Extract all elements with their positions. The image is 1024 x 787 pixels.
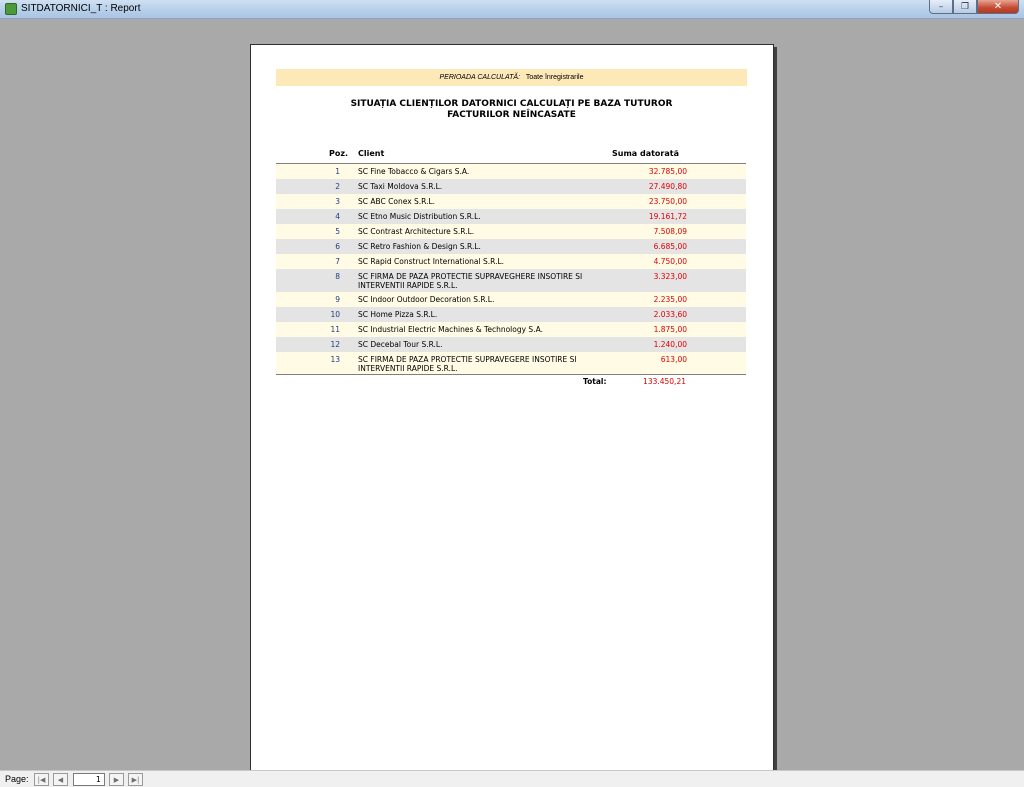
- row-amount: 6.685,00: [653, 242, 687, 251]
- row-client: SC Retro Fashion & Design S.R.L.: [358, 242, 481, 251]
- period-label: PERIOADA CALCULATĂ:: [439, 74, 521, 81]
- row-client: SC Contrast Architecture S.R.L.: [358, 227, 475, 236]
- column-header-amount: Suma datorată: [612, 149, 679, 158]
- row-client: SC ABC Conex S.R.L.: [358, 197, 436, 206]
- table-row: 10 SC Home Pizza S.R.L. 2.033,60: [276, 307, 746, 322]
- period-value: Toate înregistrarile: [525, 74, 584, 81]
- row-client: SC Indoor Outdoor Decoration S.R.L.: [358, 295, 495, 304]
- row-amount: 19.161,72: [648, 212, 687, 221]
- row-amount: 613,00: [660, 355, 687, 364]
- row-poz: 10: [330, 310, 340, 319]
- row-amount: 7.508,09: [653, 227, 687, 236]
- table-row: 13 SC FIRMA DE PAZA PROTECTIE SUPRAVEGERE…: [276, 352, 746, 375]
- row-poz: 4: [335, 212, 340, 221]
- access-app-icon[interactable]: [5, 3, 17, 15]
- table-row: 4 SC Etno Music Distribution S.R.L. 19.161…: [276, 209, 746, 224]
- table-row: 6 SC Retro Fashion & Design S.R.L. 6.685,0…: [276, 239, 746, 254]
- table-row: 8 SC FIRMA DE PAZA PROTECTIE SUPRAVEGHERE…: [276, 269, 746, 292]
- row-amount: 2.235,00: [653, 295, 687, 304]
- table-row: 1 SC Fine Tobacco & Cigars S.A. 32.785,00: [276, 164, 746, 179]
- table-row: 5 SC Contrast Architecture S.R.L. 7.508,09: [276, 224, 746, 239]
- report-preview-area[interactable]: PERIOADA CALCULATĂ: Toate înregistrarile…: [0, 19, 1024, 787]
- row-client: SC Decebal Tour S.R.L.: [358, 340, 443, 349]
- table-row: 2 SC Taxi Moldova S.R.L. 27.490,80: [276, 179, 746, 194]
- page-number-input[interactable]: 1: [73, 773, 105, 786]
- row-poz: 8: [335, 272, 340, 281]
- row-client: SC FIRMA DE PAZA PROTECTIE SUPRAVEGERE I…: [358, 355, 577, 373]
- row-client: SC Etno Music Distribution S.R.L.: [358, 212, 481, 221]
- report-title: SITUAȚIA CLIENȚILOR DATORNICI CALCULAȚI …: [276, 99, 747, 121]
- row-amount: 1.240,00: [653, 340, 687, 349]
- table-row: 9 SC Indoor Outdoor Decoration S.R.L. 2.23…: [276, 292, 746, 307]
- row-amount: 32.785,00: [648, 167, 687, 176]
- row-poz: 3: [335, 197, 340, 206]
- window-title-bar[interactable]: SITDATORNICI_T : Report – ❐ ✕: [0, 0, 1024, 19]
- first-page-button[interactable]: |◀: [34, 773, 49, 786]
- table-row: 7 SC Rapid Construct International S.R.L.…: [276, 254, 746, 269]
- row-client: SC FIRMA DE PAZA PROTECTIE SUPRAVEGHERE …: [358, 272, 583, 290]
- row-client: SC Fine Tobacco & Cigars S.A.: [358, 167, 470, 176]
- report-page: PERIOADA CALCULATĂ: Toate înregistrarile…: [250, 44, 774, 786]
- minimize-button[interactable]: –: [929, 0, 953, 14]
- client-rows: 1 SC Fine Tobacco & Cigars S.A. 32.785,00 2…: [276, 164, 746, 375]
- record-navigation-bar: Page: |◀ ◀ 1 ▶ ▶|: [0, 770, 1024, 787]
- row-poz: 1: [335, 167, 340, 176]
- report-title-line2: FACTURILOR NEÎNCASATE: [447, 110, 576, 120]
- table-row: 3 SC ABC Conex S.R.L. 23.750,00: [276, 194, 746, 209]
- column-header-poz: Poz.: [329, 149, 349, 158]
- total-value: 133.450,21: [643, 377, 686, 386]
- report-title-line1: SITUAȚIA CLIENȚILOR DATORNICI CALCULAȚI …: [350, 99, 673, 109]
- row-poz: 6: [335, 242, 340, 251]
- row-poz: 11: [330, 325, 340, 334]
- row-client: SC Taxi Moldova S.R.L.: [358, 182, 443, 191]
- row-amount: 27.490,80: [648, 182, 687, 191]
- next-page-button[interactable]: ▶: [109, 773, 124, 786]
- period-band: PERIOADA CALCULATĂ: Toate înregistrarile: [276, 69, 747, 86]
- last-page-button[interactable]: ▶|: [128, 773, 143, 786]
- window-title: SITDATORNICI_T : Report: [21, 3, 141, 14]
- row-poz: 7: [335, 257, 340, 266]
- row-poz: 5: [335, 227, 340, 236]
- row-poz: 2: [335, 182, 340, 191]
- close-button[interactable]: ✕: [977, 0, 1019, 14]
- row-poz: 13: [330, 355, 340, 364]
- total-label: Total:: [583, 377, 607, 386]
- page-label: Page:: [5, 774, 29, 784]
- row-amount: 4.750,00: [653, 257, 687, 266]
- previous-page-button[interactable]: ◀: [53, 773, 68, 786]
- window-controls: – ❐ ✕: [929, 0, 1019, 15]
- row-amount: 1.875,00: [653, 325, 687, 334]
- row-client: SC Industrial Electric Machines & Techno…: [358, 325, 543, 334]
- row-client: SC Rapid Construct International S.R.L.: [358, 257, 505, 266]
- total-divider: [276, 374, 746, 375]
- row-client: SC Home Pizza S.R.L.: [358, 310, 438, 319]
- table-row: 11 SC Industrial Electric Machines & Tech…: [276, 322, 746, 337]
- restore-button[interactable]: ❐: [953, 0, 977, 14]
- row-poz: 9: [335, 295, 340, 304]
- column-header-client: Client: [358, 149, 385, 158]
- table-row: 12 SC Decebal Tour S.R.L. 1.240,00: [276, 337, 746, 352]
- row-amount: 23.750,00: [648, 197, 687, 206]
- row-poz: 12: [330, 340, 340, 349]
- row-amount: 3.323,00: [653, 272, 687, 281]
- row-amount: 2.033,60: [653, 310, 687, 319]
